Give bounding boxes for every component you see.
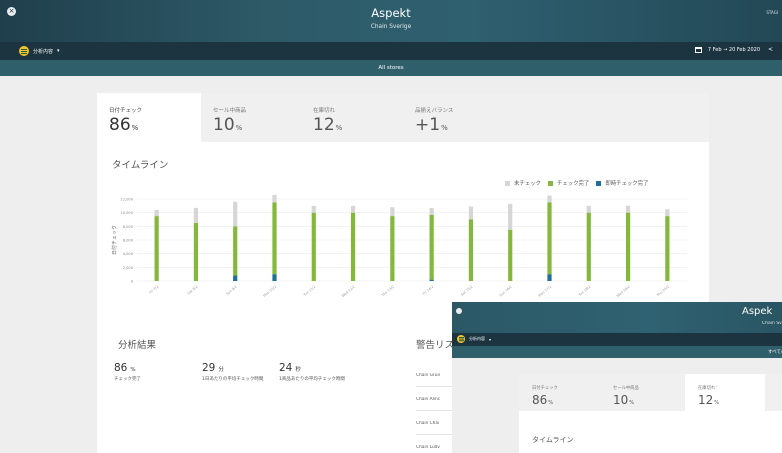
chevron-down-icon: ▾ xyxy=(489,336,492,342)
bar-checked xyxy=(233,226,238,276)
x-tick-label: Thu 20/2 xyxy=(655,285,670,298)
divider xyxy=(416,410,456,411)
menu-label: 分析内容 xyxy=(469,336,485,341)
bar-checked xyxy=(625,212,631,281)
timeline-bar-chart: 12,000 10,000 8,000 6,000 4,000 2,000 0 日付チェック F… xyxy=(111,194,687,298)
store-scope-banner: All stores xyxy=(0,60,782,76)
analysis-menu-button[interactable]: 分析内容 ▾ xyxy=(457,335,491,343)
overlay-scope-banner: すべての店舗 xyxy=(452,346,782,358)
overlay-kpi-tabs: 日付チェック 86% セール中商品 10% 在庫切れ ⁱ 12% xyxy=(519,374,782,411)
alert-list-item[interactable]: Chain Ludv xyxy=(416,445,456,450)
alert-list-title: 警告リスト xyxy=(416,340,456,351)
y-tick-label: 2,000 xyxy=(123,266,134,270)
stat-checked: 86% チェック完了 xyxy=(114,362,141,382)
bar-unchecked xyxy=(233,201,238,227)
y-axis-label: 日付チェック xyxy=(111,225,118,255)
bar-checked xyxy=(272,202,277,275)
bar-unchecked xyxy=(390,207,395,217)
overlay-header: Aspekt Chain Sverige xyxy=(452,302,782,333)
bar-unchecked xyxy=(508,203,513,230)
date-range-picker[interactable]: 7 Feb → 20 Feb 2020 xyxy=(694,47,760,53)
bar-checked xyxy=(586,212,591,281)
bar-checked xyxy=(154,216,159,281)
x-tick-label: Fri 14/2 xyxy=(422,285,434,296)
divider xyxy=(416,434,456,435)
store-chain-name: Chain Sverige xyxy=(370,24,412,30)
overlay-card: 日付チェック 86% セール中商品 10% 在庫切れ ⁱ 12% タイムライン xyxy=(519,374,782,453)
tab-out-of-stock[interactable]: 在庫切れ ⁱ 12% xyxy=(685,374,765,411)
bar-unchecked xyxy=(154,209,159,217)
y-tick-label: 4,000 xyxy=(123,252,134,256)
bar-immediate-checked xyxy=(547,274,552,281)
bar-checked xyxy=(468,219,474,281)
x-tick-label: Fri 7/2 xyxy=(149,285,160,295)
x-tick-label: Tue 18/2 xyxy=(577,285,591,298)
bar-unchecked xyxy=(547,195,552,203)
bar-unchecked xyxy=(193,207,199,223)
x-tick-label: Mon 17/2 xyxy=(537,285,552,298)
tab-date-check[interactable]: 日付チェック 86% xyxy=(519,374,600,411)
x-tick-label: Sat 8/2 xyxy=(187,285,199,296)
alert-list-item[interactable]: Chain Grun xyxy=(416,373,456,378)
x-tick-label: Sat 15/2 xyxy=(460,285,473,297)
divider xyxy=(416,386,456,387)
bar-unchecked xyxy=(625,205,631,213)
overlay-subtitle: Chain Sverige xyxy=(762,321,782,326)
y-tick-label: 12,000 xyxy=(120,198,133,202)
y-tick-label: 0 xyxy=(131,280,134,284)
bar-unchecked xyxy=(350,205,356,213)
overlay-title: Aspekt xyxy=(742,306,772,317)
bar-checked xyxy=(665,216,670,281)
x-tick-label: Wed 19/2 xyxy=(616,285,631,298)
app-title: Aspekt xyxy=(371,6,411,20)
alert-list-item[interactable]: Chain Alinc xyxy=(416,397,456,402)
chevron-left-icon[interactable]: < xyxy=(768,46,773,53)
menu-icon xyxy=(19,46,29,56)
analysis-menu-button[interactable]: 分析内容 ▾ xyxy=(19,46,60,56)
results-title: 分析結果 xyxy=(118,340,157,351)
close-icon[interactable] xyxy=(456,308,462,314)
y-tick-label: 10,000 xyxy=(120,211,133,215)
bar-checked xyxy=(390,216,395,281)
bar-immediate-checked xyxy=(429,279,434,281)
x-tick-label: Sun 16/2 xyxy=(499,285,513,298)
alert-list-item[interactable]: Chain Chai xyxy=(416,421,456,426)
environment-label: STAGI xyxy=(766,10,778,15)
x-tick-label: Mon 10/2 xyxy=(262,285,277,298)
overlay-window: Aspekt Chain Sverige 分析内容 ▾ すべての店舗 日付チェッ… xyxy=(452,302,782,453)
x-tick-label: Sun 9/2 xyxy=(225,285,238,296)
bar-checked xyxy=(547,202,552,275)
y-tick-label: 6,000 xyxy=(123,239,134,243)
bar-unchecked xyxy=(665,209,670,217)
stat-avg-daily-time: 29 分 1日あたりの平均チェック時間 xyxy=(202,362,264,382)
stat-avg-item-time: 24 秒 1商品あたりの平均チェック時間 xyxy=(279,362,345,382)
bar-unchecked xyxy=(429,207,434,215)
bar-immediate-checked xyxy=(233,275,238,281)
date-range-label: 7 Feb → 20 Feb 2020 xyxy=(707,47,760,53)
overlay-toolbar: 分析内容 ▾ xyxy=(452,333,782,346)
bar-checked xyxy=(311,212,316,281)
bar-unchecked xyxy=(468,206,474,220)
bar-checked xyxy=(508,229,513,281)
tab-sale-items[interactable]: セール中商品 10% xyxy=(600,374,685,411)
bar-unchecked xyxy=(311,205,316,213)
toolbar: 分析内容 ▾ 7 Feb → 20 Feb 2020 < xyxy=(0,42,782,60)
x-tick-label: Thu 13/2 xyxy=(380,285,395,298)
bar-checked xyxy=(429,214,434,280)
bar-unchecked xyxy=(586,205,591,213)
bar-checked xyxy=(350,212,356,281)
x-tick-label: Tue 11/2 xyxy=(302,285,316,298)
calendar-icon xyxy=(694,47,702,53)
bar-unchecked xyxy=(272,194,277,203)
menu-label: 分析内容 xyxy=(33,48,54,55)
chevron-down-icon: ▾ xyxy=(57,48,60,54)
y-tick-label: 8,000 xyxy=(123,225,134,229)
bar-immediate-checked xyxy=(272,274,277,281)
app-header: × Aspekt Chain Sverige STAGI xyxy=(0,0,782,42)
x-tick-label: Wed 12/2 xyxy=(341,285,356,298)
bar-checked xyxy=(193,222,199,281)
overlay-timeline-title: タイムライン xyxy=(532,436,574,444)
menu-icon xyxy=(457,335,465,343)
